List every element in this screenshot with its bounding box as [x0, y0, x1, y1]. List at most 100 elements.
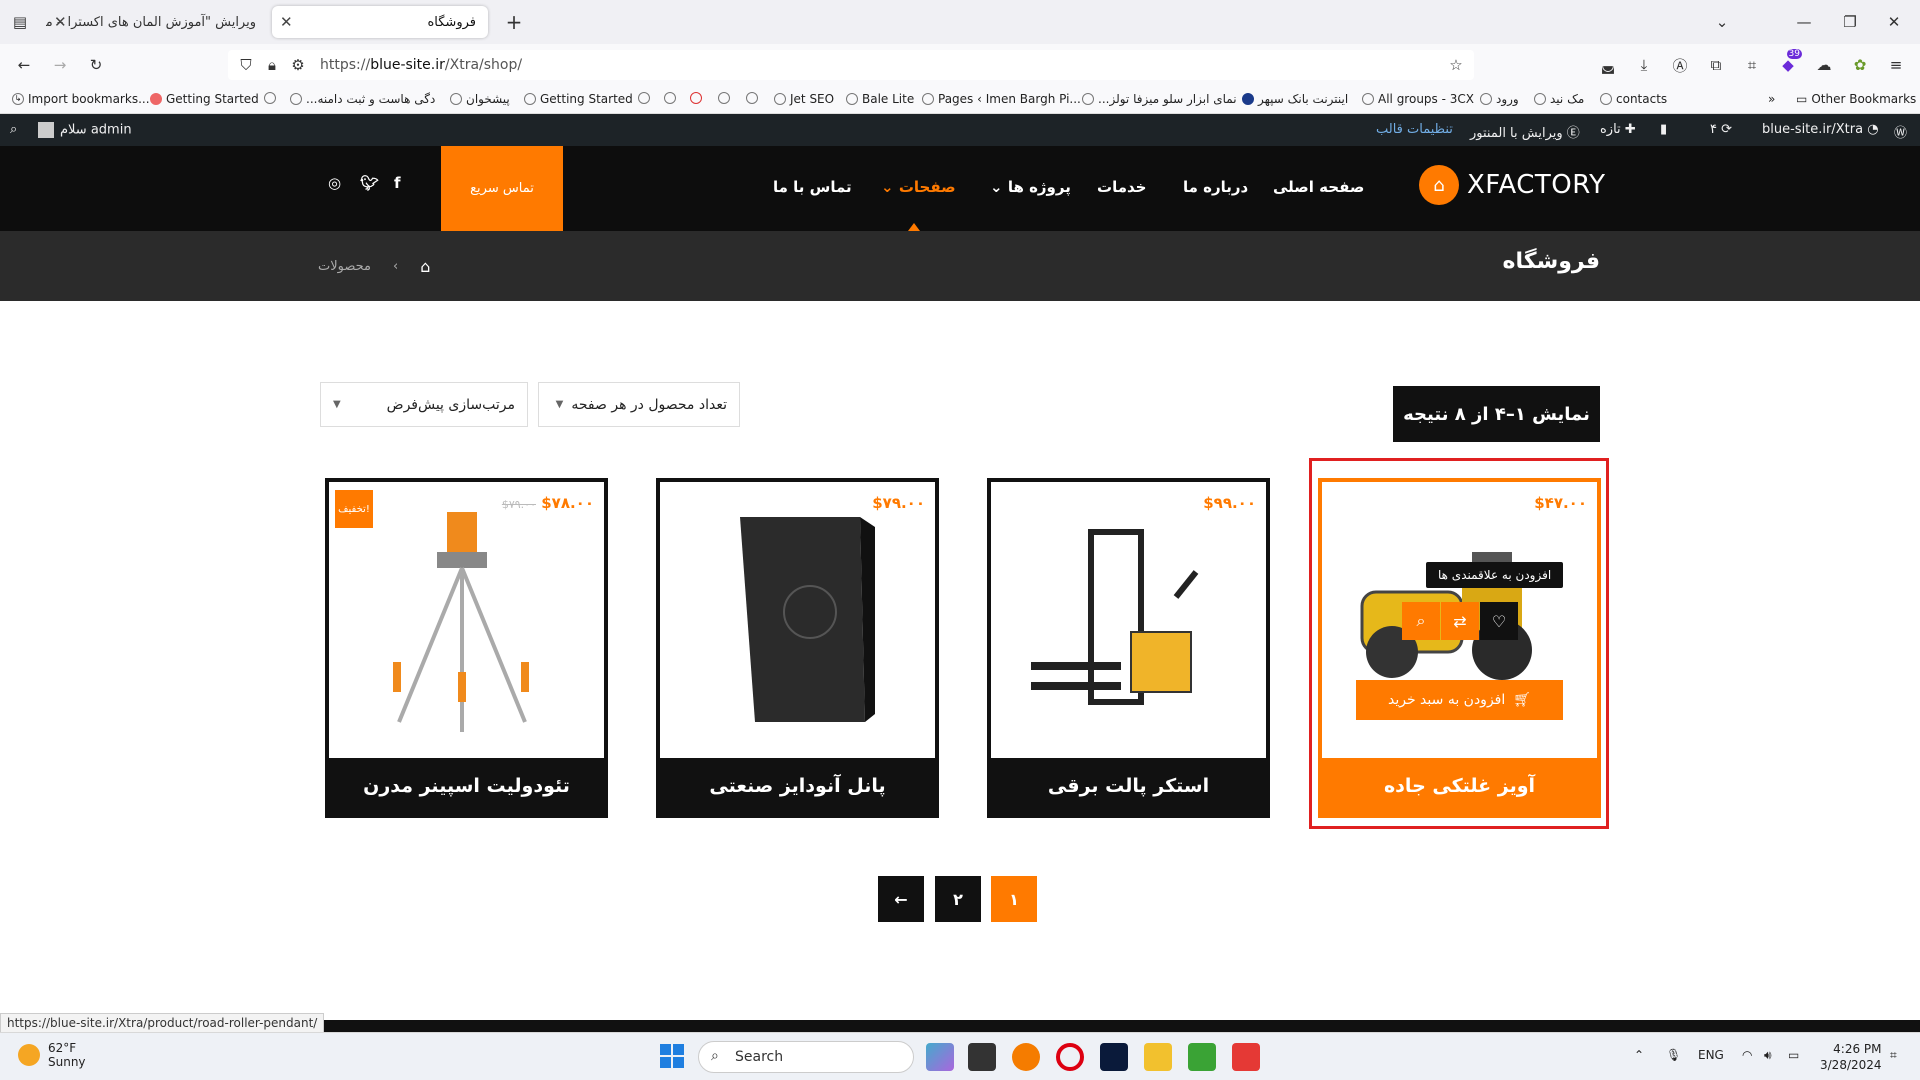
- minimize-icon[interactable]: —: [1790, 8, 1818, 36]
- new-tab-icon[interactable]: +: [500, 8, 528, 36]
- notifications-icon[interactable]: ⌗: [1890, 1048, 1897, 1063]
- cloud-icon[interactable]: ☁: [1810, 51, 1838, 79]
- theme-settings-link[interactable]: تنظیمات قالب: [1376, 122, 1453, 137]
- extensions-icon[interactable]: ⧉: [1702, 51, 1730, 79]
- back-icon[interactable]: ←: [10, 51, 38, 79]
- updates[interactable]: ۴ ⟳: [1710, 122, 1732, 137]
- crop-icon[interactable]: ⌗: [1738, 51, 1766, 79]
- menu-item-about[interactable]: درباره ما: [1183, 178, 1248, 196]
- comments-icon[interactable]: ▮: [1660, 122, 1667, 137]
- photoshop-icon[interactable]: [1100, 1043, 1128, 1071]
- vpn-icon[interactable]: ✿: [1846, 51, 1874, 79]
- new-content[interactable]: تازه ✚: [1600, 122, 1636, 137]
- product-card-theodolite[interactable]: تخفیف! $۷۸.۰۰ $۷۹.۰۰ تئودولیت اسپینر مدر…: [325, 478, 608, 818]
- bookmark-item[interactable]: Getting Started: [150, 92, 259, 106]
- menu-item-contact[interactable]: تماس با ما: [773, 178, 852, 196]
- recorder-icon[interactable]: [1232, 1043, 1260, 1071]
- search-icon[interactable]: ⌕: [10, 122, 17, 137]
- language-indicator[interactable]: ENG: [1698, 1048, 1724, 1062]
- facebook-icon[interactable]: f: [394, 174, 401, 192]
- windows-start-icon[interactable]: [660, 1044, 684, 1068]
- pocket-icon[interactable]: ◛: [1594, 51, 1622, 79]
- product-image[interactable]: تخفیف! $۷۸.۰۰ $۷۹.۰۰: [329, 482, 604, 758]
- menu-item-home[interactable]: صفحه اصلی: [1273, 178, 1364, 196]
- product-image[interactable]: $۹۹.۰۰: [991, 482, 1266, 758]
- quick-view-search-icon[interactable]: ⌕: [1402, 602, 1440, 640]
- product-card-pallet-stacker[interactable]: $۹۹.۰۰ استکر پالت برقی: [987, 478, 1270, 818]
- account-icon[interactable]: Ⓐ: [1666, 51, 1694, 79]
- menu-item-pages[interactable]: ⌄ صفحات: [881, 178, 956, 196]
- bookmark-item[interactable]: ...نمای ابزار سلو میزفا تولز: [1082, 92, 1237, 106]
- bookmark-item[interactable]: Getting Started: [524, 92, 633, 106]
- camtasia-icon[interactable]: [1188, 1043, 1216, 1071]
- my-account[interactable]: سلام admin: [38, 122, 132, 138]
- bookmark-item[interactable]: All groups - 3CX: [1362, 92, 1474, 106]
- bookmark-item[interactable]: Bale Lite: [846, 92, 914, 106]
- home-icon[interactable]: ⌂: [420, 257, 430, 276]
- site-logo[interactable]: ⌂ XFACTORY: [1419, 165, 1606, 205]
- file-explorer-dark-icon[interactable]: [968, 1043, 996, 1071]
- product-card-anodized-panel[interactable]: $۷۹.۰۰ پانل آنودایز صنعتی: [656, 478, 939, 818]
- close-window-icon[interactable]: ✕: [1880, 8, 1908, 36]
- bookmark-item[interactable]: [264, 92, 276, 104]
- bookmark-item[interactable]: ورود: [1480, 92, 1519, 106]
- product-image[interactable]: $۴۷.۰۰ افزودن به علاقمندی ها ⌕ ⇄ ♡ 🛒︎ اف…: [1322, 482, 1597, 758]
- bookmark-import[interactable]: ↳ Import bookmarks...: [12, 92, 150, 106]
- menu-item-projects[interactable]: ⌄ پروژه ها: [990, 178, 1071, 196]
- bookmark-item[interactable]: Jet SEO: [774, 92, 834, 106]
- bookmark-item[interactable]: [690, 92, 702, 104]
- lock-icon[interactable]: 🔒︎: [258, 51, 286, 79]
- permissions-icon[interactable]: ⚙: [284, 51, 312, 79]
- elementor-edit-link[interactable]: ویرایش با المنتور Ⓔ: [1470, 122, 1580, 141]
- bookmark-item[interactable]: [746, 92, 758, 104]
- copilot-icon[interactable]: [926, 1043, 954, 1071]
- page-2-button[interactable]: ۲: [935, 876, 981, 922]
- product-image[interactable]: $۷۹.۰۰: [660, 482, 935, 758]
- tab-shop[interactable]: فروشگاه ✕: [272, 6, 488, 38]
- extension-badge-icon[interactable]: ◆ 39: [1774, 49, 1802, 79]
- product-name[interactable]: تئودولیت اسپینر مدرن: [329, 758, 604, 814]
- firefox-icon[interactable]: [1012, 1043, 1040, 1071]
- volume-icon[interactable]: 🔊︎: [1764, 1048, 1772, 1063]
- url-text[interactable]: https://blue-site.ir/Xtra/shop/: [320, 57, 522, 73]
- shield-icon[interactable]: ⛉: [232, 51, 260, 79]
- weather-widget[interactable]: 62°F Sunny: [18, 1041, 86, 1069]
- wishlist-heart-icon[interactable]: ♡: [1480, 602, 1518, 640]
- orderby-select[interactable]: مرتب‌سازی پیش‌فرض ▼: [320, 382, 528, 427]
- reload-icon[interactable]: ↻: [82, 51, 110, 79]
- per-page-select[interactable]: تعداد محصول در هر صفحه ▼: [538, 382, 740, 427]
- wifi-icon[interactable]: ◠: [1742, 1048, 1752, 1062]
- site-name[interactable]: blue-site.ir/Xtra ◔: [1762, 122, 1879, 137]
- tab-list-icon[interactable]: ▤: [6, 8, 34, 36]
- compare-shuffle-icon[interactable]: ⇄: [1441, 602, 1479, 640]
- tray-overflow-icon[interactable]: ⌃: [1634, 1048, 1644, 1062]
- bookmark-item[interactable]: Pages ‹ Imen Bargh Pi...: [922, 92, 1081, 106]
- taskbar-search[interactable]: ⌕ Search: [698, 1041, 914, 1073]
- close-icon[interactable]: ✕: [54, 13, 67, 31]
- next-page-button[interactable]: ←: [878, 876, 924, 922]
- product-name[interactable]: آویز غلتکی جاده: [1322, 758, 1597, 814]
- clock[interactable]: 4:26 PM 3/28/2024: [1820, 1041, 1882, 1073]
- other-bookmarks[interactable]: ▭ Other Bookmarks: [1796, 92, 1916, 106]
- twitter-icon[interactable]: 🐦︎: [360, 174, 379, 192]
- product-name[interactable]: استکر پالت برقی: [991, 758, 1266, 814]
- product-name[interactable]: پانل آنودایز صنعتی: [660, 758, 935, 814]
- bookmark-item[interactable]: ...دگی هاست و ثبت دامنه: [290, 92, 435, 106]
- menu-icon[interactable]: ≡: [1882, 51, 1910, 79]
- wordpress-icon[interactable]: Ⓦ: [1894, 122, 1907, 141]
- microphone-icon[interactable]: 🎙︎: [1666, 1048, 1681, 1062]
- bookmark-item[interactable]: [718, 92, 730, 104]
- url-bar[interactable]: ⛉ 🔒︎ ⚙ https://blue-site.ir/Xtra/shop/ ☆: [228, 50, 1474, 80]
- opera-icon[interactable]: [1056, 1043, 1084, 1071]
- quick-contact-button[interactable]: تماس سریع: [441, 146, 563, 231]
- instagram-icon[interactable]: ◎: [328, 174, 341, 192]
- bookmark-item[interactable]: [664, 92, 676, 104]
- bookmark-item[interactable]: مک نید: [1534, 92, 1584, 106]
- restore-icon[interactable]: ❐: [1836, 8, 1864, 36]
- menu-item-services[interactable]: خدمات: [1097, 178, 1146, 196]
- bookmark-item[interactable]: پیشخوان: [450, 92, 510, 106]
- folder-icon[interactable]: [1144, 1043, 1172, 1071]
- bookmark-item[interactable]: [638, 92, 650, 104]
- battery-icon[interactable]: ▭: [1788, 1048, 1799, 1062]
- tab-edit-page[interactable]: ویرایش "آموزش المان های اکسترا – ما ✕: [46, 6, 268, 38]
